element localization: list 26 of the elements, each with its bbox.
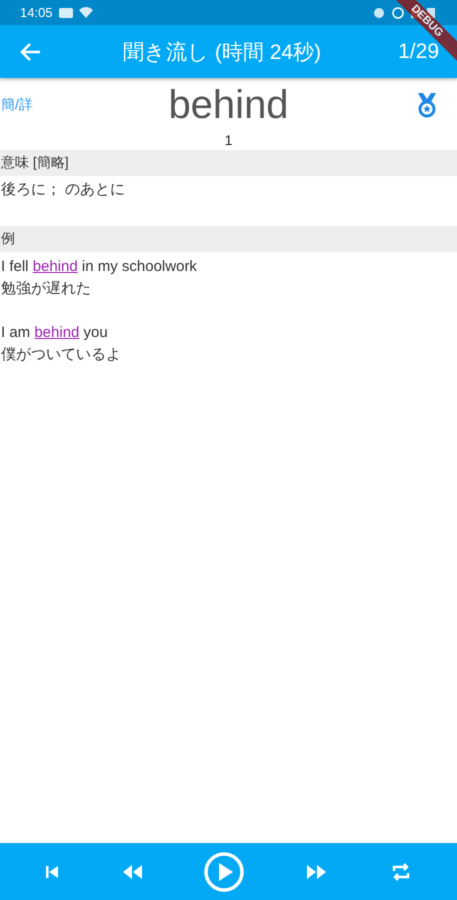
status-time: 14:05 [20,5,53,20]
word-link[interactable]: behind [34,324,80,341]
section-header: 例 [0,226,457,252]
word-number: 1 [224,132,234,150]
fast-forward-icon [306,864,328,878]
medal-icon[interactable] [417,92,437,118]
headword: behind [167,82,290,128]
example-sentence: I fell behind in my schoolwork [1,257,198,277]
card-counter: 1/29 [398,40,440,64]
play-button[interactable] [203,850,246,892]
notification-icon [58,8,73,18]
section-header: 意味 [簡略] [0,150,457,176]
rewind-icon [120,864,143,878]
back-arrow-icon [19,42,41,62]
word-link[interactable]: behind [32,258,78,275]
rewind-button[interactable] [120,864,143,878]
example-sentence: I am behind you [1,323,109,343]
example-translation: 勉強が遅れた [1,279,92,299]
skip-previous-button[interactable] [44,864,60,880]
meaning-text: 後ろに； のあとに [0,180,126,200]
example-translation: 僕がついているよ [1,345,122,365]
screen-title: 聞き流し (時間 24秒) [122,40,322,66]
fast-forward-button[interactable] [306,864,328,878]
play-icon [203,850,246,892]
wifi-icon [78,7,93,18]
skip-previous-icon [44,864,60,880]
